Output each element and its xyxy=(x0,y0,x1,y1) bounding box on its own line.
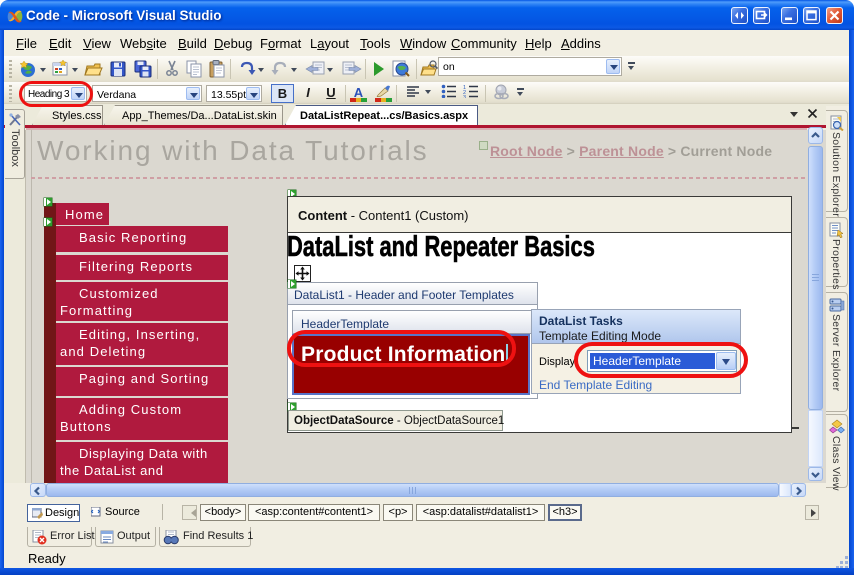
svg-text:3: 3 xyxy=(463,95,466,98)
